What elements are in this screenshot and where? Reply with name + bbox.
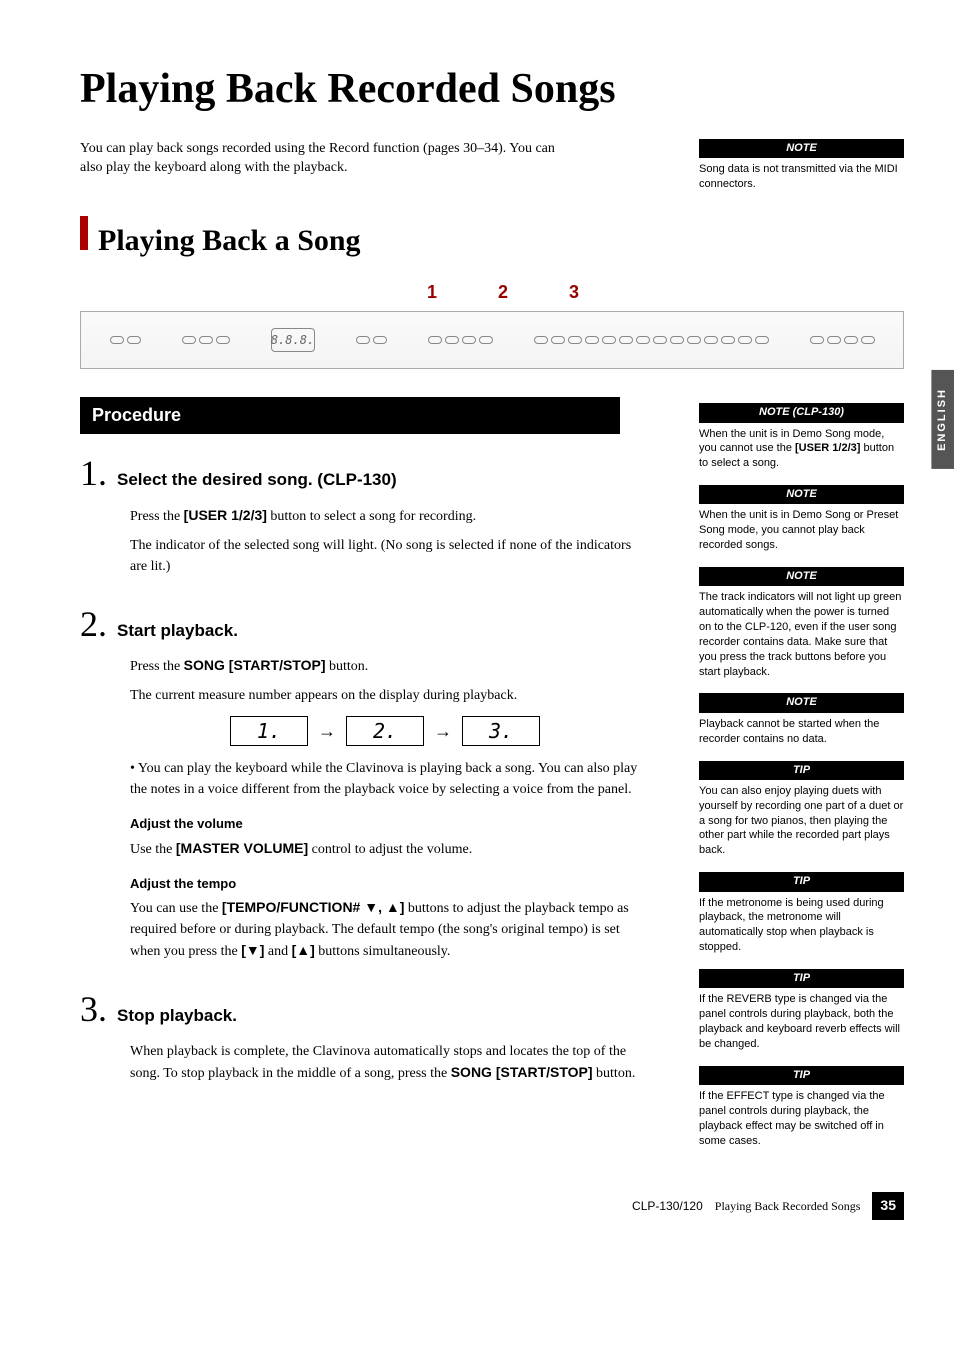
button-ref: SONG [START/STOP] (184, 657, 326, 673)
arrow-right-icon: → (434, 718, 452, 745)
step-number: 1. (80, 448, 107, 498)
measure-display-row: 1. → 2. → 3. (130, 716, 640, 746)
note-demo-preset: NOTE When the unit is in Demo Song or Pr… (699, 485, 904, 553)
tip-body: You can also enjoy playing duets with yo… (699, 780, 904, 858)
button-ref: SONG [START/STOP] (451, 1064, 593, 1080)
note-track-indicators: NOTE The track indicators will not light… (699, 567, 904, 679)
note-body: When the unit is in Demo Song or Preset … (699, 504, 904, 553)
measure-box: 3. (462, 716, 540, 746)
panel-display: 8.8.8. (271, 328, 315, 352)
step-3: 3. Stop playback. When playback is compl… (80, 984, 640, 1083)
note-body: The track indicators will not light up g… (699, 586, 904, 679)
text: button. (326, 659, 369, 674)
note-header: NOTE (699, 485, 904, 504)
note-header: NOTE (699, 567, 904, 586)
text: Press the (130, 659, 184, 674)
note-clp130: NOTE (CLP-130) When the unit is in Demo … (699, 403, 904, 471)
step-title: Start playback. (117, 619, 238, 643)
tip-header: TIP (699, 761, 904, 780)
tip-header: TIP (699, 872, 904, 891)
step-2: 2. Start playback. Press the SONG [START… (80, 599, 640, 962)
page-footer: CLP-130/120 Playing Back Recorded Songs … (80, 1192, 904, 1220)
text: You can use the (130, 901, 222, 916)
intro-text: You can play back songs recorded using t… (80, 139, 560, 178)
control-panel-illustration: 8.8.8. (80, 311, 904, 369)
text: The indicator of the selected song will … (130, 535, 640, 577)
tip-body: If the EFFECT type is changed via the pa… (699, 1085, 904, 1148)
panel-callout-numbers: 1 2 3 (130, 280, 904, 305)
note-midi: NOTE Song data is not transmitted via th… (699, 139, 904, 192)
step-number: 3. (80, 984, 107, 1034)
step-title: Stop playback. (117, 1004, 237, 1028)
text: Use the (130, 842, 176, 857)
text: button to select a song for recording. (267, 509, 476, 524)
tip-metronome: TIP If the metronome is being used durin… (699, 872, 904, 955)
text: button. (593, 1066, 636, 1081)
subheading-tempo: Adjust the tempo (130, 874, 640, 894)
footer-section: Playing Back Recorded Songs (715, 1198, 861, 1215)
note-header: NOTE (699, 693, 904, 712)
step-title: Select the desired song. (CLP-130) (117, 468, 397, 492)
step-number: 2. (80, 599, 107, 649)
page-title: Playing Back Recorded Songs (80, 60, 904, 119)
text: The current measure number appears on th… (130, 685, 640, 706)
note-header: NOTE (CLP-130) (699, 403, 904, 422)
tip-header: TIP (699, 1066, 904, 1085)
text: buttons simultaneously. (315, 944, 451, 959)
text: and (264, 944, 291, 959)
note-body: Song data is not transmitted via the MID… (699, 158, 904, 192)
note-no-data: NOTE Playback cannot be started when the… (699, 693, 904, 746)
tip-duets: TIP You can also enjoy playing duets wit… (699, 761, 904, 859)
button-ref: [TEMPO/FUNCTION# ▼, ▲] (222, 899, 405, 915)
measure-box: 1. (230, 716, 308, 746)
tip-effect: TIP If the EFFECT type is changed via th… (699, 1066, 904, 1149)
tip-reverb: TIP If the REVERB type is changed via th… (699, 969, 904, 1052)
text: control to adjust the volume. (308, 842, 472, 857)
measure-box: 2. (346, 716, 424, 746)
button-ref: [▲] (292, 942, 315, 958)
note-body: Playback cannot be started when the reco… (699, 713, 904, 747)
section-title: Playing Back a Song (98, 220, 361, 262)
note-body: When the unit is in Demo Song mode, you … (699, 423, 904, 472)
procedure-header: Procedure (80, 397, 620, 434)
tip-body: If the REVERB type is changed via the pa… (699, 988, 904, 1051)
tip-body: If the metronome is being used during pl… (699, 892, 904, 955)
tip-header: TIP (699, 969, 904, 988)
bullet-item: You can play the keyboard while the Clav… (130, 758, 640, 800)
page-number: 35 (872, 1192, 904, 1220)
section-accent-bar (80, 216, 88, 250)
subheading-volume: Adjust the volume (130, 814, 640, 834)
arrow-right-icon: → (318, 718, 336, 745)
control-ref: [MASTER VOLUME] (176, 840, 308, 856)
language-tab: ENGLISH (931, 370, 954, 469)
step-1: 1. Select the desired song. (CLP-130) Pr… (80, 448, 640, 576)
note-header: NOTE (699, 139, 904, 158)
button-ref: [USER 1/2/3] (184, 507, 267, 523)
footer-model: CLP-130/120 (632, 1198, 703, 1215)
button-ref: [▼] (241, 942, 264, 958)
text: Press the (130, 509, 184, 524)
